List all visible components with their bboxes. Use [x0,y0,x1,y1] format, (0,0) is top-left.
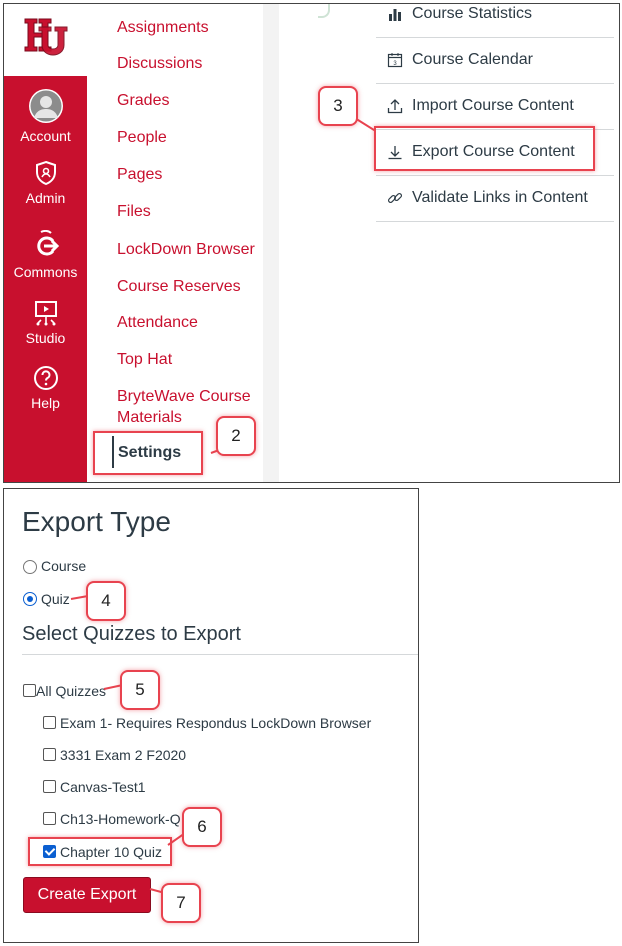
validate-links-link[interactable]: Validate Links in Content [376,176,614,222]
quiz-label-exam2: 3331 Exam 2 F2020 [60,747,187,763]
commons-icon [36,230,59,256]
course-calendar-label: Course Calendar [412,51,533,68]
nav-admin[interactable]: Admin [4,160,87,206]
logo-area[interactable] [4,4,87,76]
quiz-radio[interactable] [23,592,37,606]
nav-studio-label: Studio [25,330,66,346]
course-nav-pages[interactable]: Pages [117,164,263,185]
link-icon [387,192,403,204]
import-course-content-link[interactable]: Import Course Content [376,84,614,130]
callout-2: 2 [216,416,256,456]
quiz-checkbox-ch13[interactable] [43,812,56,825]
course-nav-attendance[interactable]: Attendance [117,312,263,333]
bar-chart-icon [389,9,401,21]
quiz-radio-label: Quiz [41,591,70,607]
export-quiz-screenshot: Export Type Course Quiz Select Quizzes t… [3,488,419,943]
validate-links-label: Validate Links in Content [412,189,588,206]
course-radio-label: Course [41,558,87,574]
university-logo-icon [24,18,68,56]
quiz-checkbox-canvas-test[interactable] [43,780,56,793]
calendar-icon: 3 [387,53,403,68]
nav-help-label: Help [31,395,60,411]
nav-studio[interactable]: Studio [4,300,87,346]
avatar-icon [28,89,63,123]
nav-admin-label: Admin [25,190,66,206]
nav-help[interactable]: Help [4,365,87,411]
course-statistics-link[interactable]: Course Statistics [376,4,614,38]
all-quizzes-checkbox[interactable] [23,684,36,697]
divider [22,654,418,655]
quiz-checkbox-exam1[interactable] [43,716,56,729]
chapter10-highlight [28,837,172,866]
nav-divider-shade [263,4,279,482]
callout-3: 3 [318,86,358,126]
all-quizzes-label: All Quizzes [36,683,107,699]
course-navigation: Assignments Discussions Grades People Pa… [87,4,263,482]
course-radio[interactable] [23,560,37,574]
quiz-label-exam1: Exam 1- Requires Respondus LockDown Brow… [60,715,372,731]
nav-commons-label: Commons [13,264,78,280]
help-icon [33,366,58,390]
course-calendar-link[interactable]: 3 Course Calendar [376,38,614,84]
upload-icon [387,99,403,114]
studio-icon [34,301,57,326]
callout-6: 6 [182,807,222,847]
callout-5: 5 [120,670,160,710]
course-nav-people[interactable]: People [117,127,263,148]
settings-highlight [93,431,203,475]
export-content-highlight [374,126,595,171]
callout-4: 4 [86,581,126,621]
global-navigation: Account Admin Commons Studio Help [4,4,87,482]
callout-7: 7 [161,883,201,923]
import-course-content-label: Import Course Content [412,97,574,114]
course-nav-files[interactable]: Files [117,201,263,222]
course-nav-discussions[interactable]: Discussions [117,53,263,74]
export-type-heading: Export Type [22,506,171,537]
create-export-button[interactable]: Create Export [23,877,151,913]
course-statistics-label: Course Statistics [412,5,533,22]
nav-account-label: Account [20,128,71,144]
canvas-course-settings-screenshot: Account Admin Commons Studio Help Assign… [3,3,620,483]
course-nav-top-hat[interactable]: Top Hat [117,349,263,370]
nav-commons[interactable]: Commons [4,230,87,280]
quiz-label-ch13: Ch13-Homework-Q [60,811,181,827]
select-quizzes-heading: Select Quizzes to Export [22,623,241,645]
quiz-label-canvas-test: Canvas-Test1 [60,779,146,795]
decorative-mark [318,4,330,18]
shield-icon [35,160,56,186]
course-nav-lockdown-browser[interactable]: LockDown Browser [117,239,263,260]
course-nav-course-reserves[interactable]: Course Reserves [117,276,263,297]
nav-account[interactable]: Account [4,88,87,144]
course-nav-grades[interactable]: Grades [117,90,263,111]
course-nav-assignments[interactable]: Assignments [117,17,263,38]
quiz-checkbox-exam2[interactable] [43,748,56,761]
